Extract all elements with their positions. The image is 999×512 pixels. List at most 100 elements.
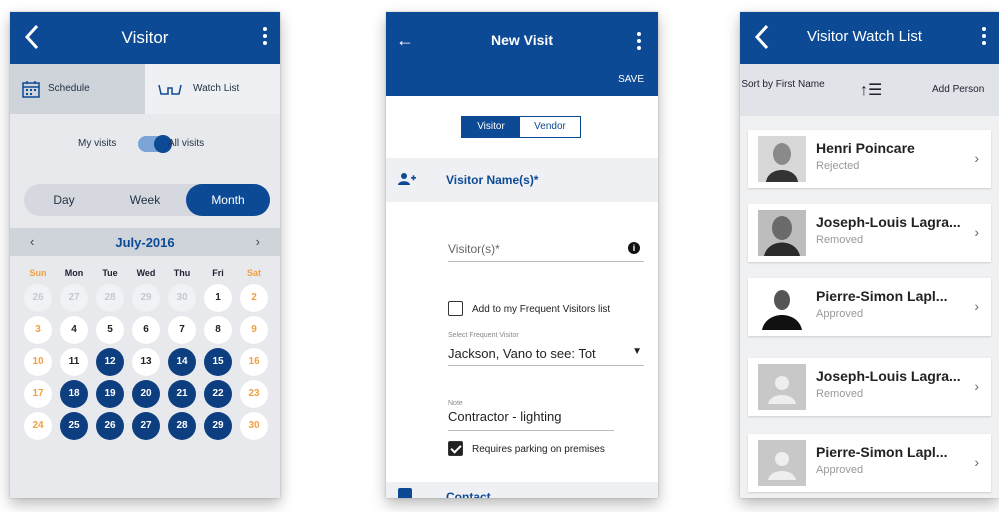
calendar-day[interactable]: 26 <box>92 412 128 440</box>
calendar-day[interactable]: 23 <box>236 380 272 408</box>
tab-watch-list[interactable]: Watch List <box>145 64 280 114</box>
list-item[interactable]: Pierre-Simon Lapl... Approved › <box>748 434 991 492</box>
calendar-day[interactable]: 30 <box>164 284 200 312</box>
segment-visitor[interactable]: Visitor <box>462 117 520 137</box>
weekday-label: Mon <box>64 268 84 278</box>
view-week-button[interactable]: Week <box>104 184 186 216</box>
list-item[interactable]: Henri Poincare Rejected › <box>748 130 991 188</box>
calendar-day[interactable]: 22 <box>200 380 236 408</box>
calendar-day[interactable]: 6 <box>128 316 164 344</box>
section-title: Visitor Name(s)* <box>446 173 539 187</box>
visitor-placeholder: Visitor(s)* <box>448 242 500 256</box>
tab-bar: Schedule Watch List <box>10 64 280 114</box>
calendar-day[interactable]: 24 <box>20 412 56 440</box>
visit-type-segmented-control: Visitor Vendor <box>461 116 581 138</box>
add-person-button[interactable]: Add Person <box>932 84 984 95</box>
calendar-week-row: 17 18 19 20 21 22 23 <box>20 380 272 408</box>
weekday-label: Sat <box>246 268 261 278</box>
note-value: Contractor - lighting <box>448 409 562 424</box>
save-button[interactable]: SAVE <box>618 74 644 85</box>
calendar-day[interactable]: 17 <box>20 380 56 408</box>
view-day-button[interactable]: Day <box>24 184 104 216</box>
info-icon[interactable]: i <box>628 242 640 254</box>
list-item[interactable]: Joseph-Louis Lagra... Removed › <box>748 358 991 416</box>
calendar-day[interactable]: 25 <box>56 412 92 440</box>
calendar-day[interactable]: 13 <box>128 348 164 376</box>
calendar-day[interactable]: 28 <box>92 284 128 312</box>
calendar-day[interactable]: 4 <box>56 316 92 344</box>
calendar-day[interactable]: 5 <box>92 316 128 344</box>
calendar-day[interactable]: 9 <box>236 316 272 344</box>
calendar-day-number: 3 <box>24 316 52 344</box>
contact-section-header: Contact <box>386 482 658 498</box>
chevron-right-icon: › <box>974 150 979 166</box>
parking-checkbox[interactable] <box>448 441 463 456</box>
calendar-day-number: 2 <box>240 284 268 312</box>
visits-toggle-switch[interactable] <box>138 135 172 153</box>
calendar-day[interactable]: 27 <box>128 412 164 440</box>
calendar-week-row: 10 11 12 13 14 15 16 <box>20 348 272 376</box>
segment-vendor[interactable]: Vendor <box>520 117 580 137</box>
calendar-day[interactable]: 14 <box>164 348 200 376</box>
calendar-day[interactable]: 1 <box>200 284 236 312</box>
calendar-day[interactable]: 16 <box>236 348 272 376</box>
calendar-day[interactable]: 29 <box>200 412 236 440</box>
weekday-label: Fri <box>212 268 224 278</box>
parking-label: Requires parking on premises <box>472 444 605 455</box>
calendar-day-number: 26 <box>96 412 124 440</box>
portrait-photo <box>758 210 806 256</box>
calendar-day-number: 22 <box>204 380 232 408</box>
add-frequent-checkbox[interactable] <box>448 301 463 316</box>
sort-by-button[interactable]: Sort by First Name <box>740 78 826 91</box>
calendar-day[interactable]: 18 <box>56 380 92 408</box>
person-name: Joseph-Louis Lagra... <box>816 214 961 230</box>
chevron-right-icon: › <box>974 454 979 470</box>
calendar-day[interactable]: 12 <box>92 348 128 376</box>
calendar-day-number: 7 <box>168 316 196 344</box>
section-title: Contact <box>446 490 491 498</box>
chevron-right-icon[interactable]: › <box>256 234 260 249</box>
visitor-input[interactable]: Visitor(s)* i <box>448 234 644 262</box>
weekday-header: Sun Mon Tue Wed Thu Fri Sat <box>20 262 272 284</box>
calendar-day[interactable]: 8 <box>200 316 236 344</box>
person-status: Removed <box>816 388 864 400</box>
list-item[interactable]: Pierre-Simon Lapl... Approved › <box>748 278 991 336</box>
calendar-icon <box>22 81 40 98</box>
frequent-visitor-select[interactable]: Jackson, Vano to see: Tot ▼ <box>448 342 644 366</box>
calendar-day-number: 1 <box>204 284 232 312</box>
calendar-day[interactable]: 26 <box>20 284 56 312</box>
calendar-day[interactable]: 3 <box>20 316 56 344</box>
calendar-day[interactable]: 7 <box>164 316 200 344</box>
calendar-day-number: 11 <box>60 348 88 376</box>
note-input[interactable]: Contractor - lighting <box>448 409 614 431</box>
sort-ascending-icon[interactable]: ↑☰ <box>860 80 882 100</box>
portrait-photo <box>758 284 806 330</box>
chevron-right-icon: › <box>974 298 979 314</box>
visitor-calendar-screen: Visitor Schedule Watch List My visits Al… <box>10 12 280 498</box>
view-month-button[interactable]: Month <box>186 184 270 216</box>
calendar-day[interactable]: 2 <box>236 284 272 312</box>
more-menu-icon[interactable] <box>262 27 268 49</box>
contact-card-icon <box>398 488 412 498</box>
calendar-day[interactable]: 28 <box>164 412 200 440</box>
weekday-label: Thu <box>173 268 191 278</box>
visitor-names-section-header: Visitor Name(s)* <box>386 158 658 202</box>
calendar-day[interactable]: 29 <box>128 284 164 312</box>
calendar-day[interactable]: 21 <box>164 380 200 408</box>
more-menu-icon[interactable] <box>981 27 987 49</box>
calendar-day[interactable]: 15 <box>200 348 236 376</box>
calendar-day[interactable]: 30 <box>236 412 272 440</box>
more-menu-icon[interactable] <box>636 32 642 54</box>
calendar-week-row: 3456789 <box>20 316 272 344</box>
month-navigator: ‹ July-2016 › <box>10 228 280 256</box>
calendar-day[interactable]: 27 <box>56 284 92 312</box>
tab-schedule[interactable]: Schedule <box>10 64 145 114</box>
calendar-day[interactable]: 19 <box>92 380 128 408</box>
weekday-label: Sun <box>29 268 47 278</box>
all-visits-label: All visits <box>168 138 205 149</box>
list-item[interactable]: Joseph-Louis Lagra... Removed › <box>748 204 991 262</box>
calendar-day[interactable]: 10 <box>20 348 56 376</box>
calendar-day[interactable]: 20 <box>128 380 164 408</box>
add-frequent-label: Add to my Frequent Visitors list <box>472 304 611 315</box>
calendar-day[interactable]: 11 <box>56 348 92 376</box>
